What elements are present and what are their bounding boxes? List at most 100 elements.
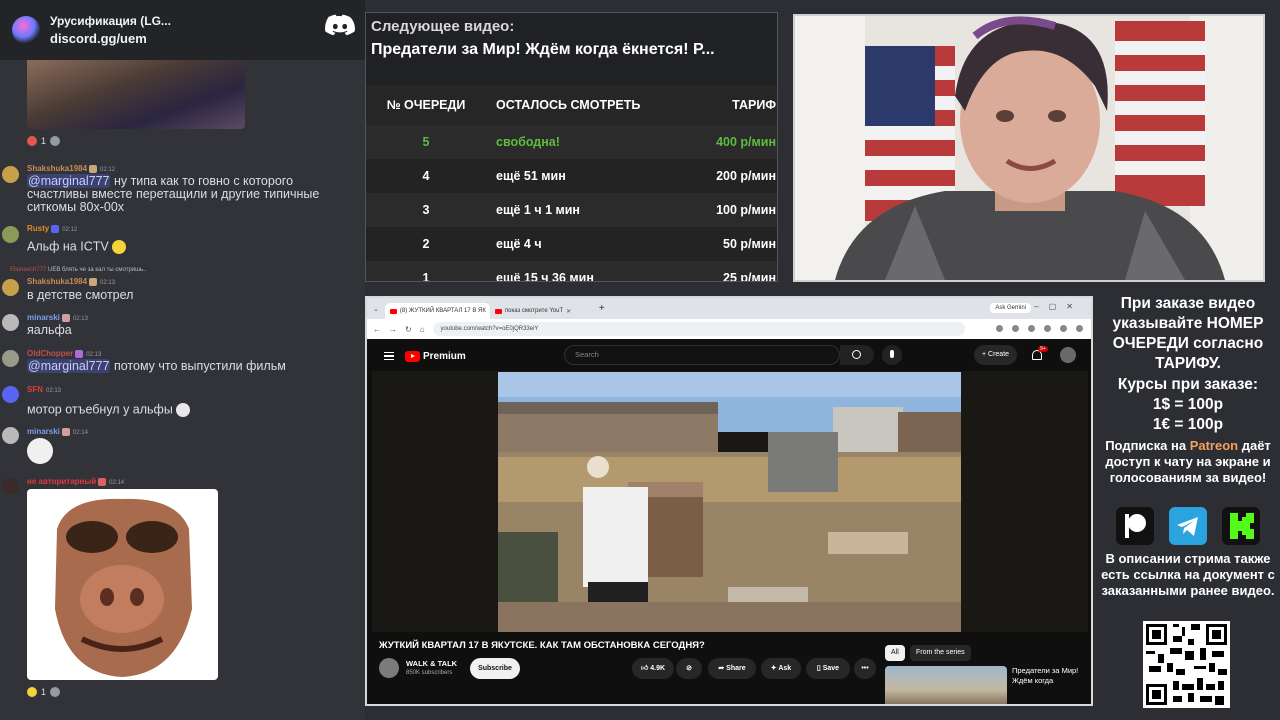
- reaction-emoji-icon: [27, 136, 37, 146]
- more-actions-button[interactable]: •••: [854, 658, 876, 679]
- order-instructions: При заказе видео указывайте НОМЕР ОЧЕРЕД…: [1112, 295, 1264, 372]
- rate: 200 р/мин: [716, 169, 776, 183]
- role-icon: [61, 313, 70, 322]
- time-left: ещё 51 мин: [496, 169, 566, 183]
- extension-icon[interactable]: [1044, 325, 1051, 332]
- mention[interactable]: @marginal777: [27, 174, 111, 188]
- reaction-bar[interactable]: 1: [27, 133, 61, 149]
- eur-rate: 1€ = 100р: [1152, 416, 1224, 433]
- sparkle-icon: ✦: [770, 665, 777, 672]
- add-reaction-icon[interactable]: [50, 136, 61, 146]
- queue-number: 4: [422, 169, 430, 183]
- browser-tab-youtube-2[interactable]: показ смотрите YouT ✕: [490, 303, 595, 319]
- dislike-button[interactable]: ⊘: [676, 658, 702, 679]
- url-input[interactable]: youtube.com/watch?v=oE0jQR33eiY: [432, 322, 965, 336]
- rate: 400 р/мин: [716, 135, 776, 149]
- discord-avatar-icon: [2, 386, 19, 403]
- subscribe-button[interactable]: Subscribe: [470, 658, 520, 679]
- install-icon[interactable]: [1012, 325, 1019, 332]
- window-controls[interactable]: –▢✕: [1034, 302, 1083, 311]
- queue-number: 3: [422, 203, 430, 217]
- menu-icon[interactable]: [384, 352, 394, 360]
- chip-from-the-series[interactable]: From the series: [910, 645, 971, 661]
- username[interactable]: не авторитарный 02:14: [27, 477, 124, 486]
- home-icon[interactable]: ⌂: [420, 325, 425, 334]
- create-button[interactable]: + Create: [974, 345, 1018, 365]
- rate: 100 р/мин: [716, 203, 776, 217]
- search-icon[interactable]: [840, 345, 874, 365]
- subscriber-count: 850K subscribers: [406, 670, 453, 676]
- username[interactable]: minarski 02:14: [27, 427, 88, 436]
- channel-name[interactable]: WALK & TALK: [406, 659, 457, 668]
- queue-row: 5 свободна! 400 р/мин: [366, 125, 777, 159]
- menu-icon[interactable]: [1076, 325, 1083, 332]
- attached-image-photo[interactable]: [27, 60, 245, 129]
- search-input[interactable]: Search: [564, 345, 840, 365]
- new-tab-button[interactable]: +: [599, 303, 605, 314]
- patreon-icon[interactable]: [1116, 507, 1154, 545]
- avatar[interactable]: [1060, 347, 1076, 363]
- username[interactable]: minarski 02:13: [27, 313, 88, 322]
- save-button[interactable]: ▯ Save: [806, 658, 850, 679]
- reaction-count: 1: [41, 136, 47, 146]
- video-queue-panel: Следующее видео: Предатели за Мир! Ждём …: [365, 12, 778, 282]
- patreon-link[interactable]: Patreon: [1190, 438, 1238, 453]
- channel-avatar[interactable]: [379, 658, 399, 678]
- like-button[interactable]: 👍︎ 4.9K: [632, 658, 674, 679]
- qr-code[interactable]: [1143, 621, 1230, 708]
- reply-reference[interactable]: Eliuneech777 UEB блять че за кал ты смот…: [10, 267, 146, 273]
- username[interactable]: Shakshuka1984 02:12: [27, 164, 115, 173]
- reaction-bar[interactable]: 1: [27, 684, 61, 700]
- username[interactable]: Rusty 02:12: [27, 224, 77, 233]
- youtube-premium-logo[interactable]: Premium: [405, 351, 466, 362]
- role-icon: [61, 427, 70, 436]
- save-icon: ▯: [816, 665, 821, 672]
- profile-icon[interactable]: [1060, 325, 1067, 332]
- close-tab-icon[interactable]: ✕: [566, 308, 571, 315]
- video-frame[interactable]: [498, 372, 961, 632]
- description-info: В описании стрима также есть ссылка на д…: [1101, 551, 1275, 598]
- reload-icon[interactable]: ↻: [405, 325, 412, 334]
- rate: 50 р/мин: [723, 237, 776, 251]
- video-title: ЖУТКИЙ КВАРТАЛ 17 В ЯКУТСКЕ. КАК ТАМ ОБС…: [379, 640, 705, 651]
- microphone-icon[interactable]: [882, 345, 902, 365]
- notification-badge: 9+: [1038, 346, 1048, 352]
- username[interactable]: SFN 02:13: [27, 385, 61, 394]
- bookmark-icon[interactable]: [1028, 325, 1035, 332]
- tab-search-icon[interactable]: ⌄: [373, 305, 379, 313]
- alf-emoji-icon: [112, 240, 127, 254]
- back-icon[interactable]: ←: [373, 325, 381, 334]
- server-invite-link[interactable]: discord.gg/uem: [50, 31, 171, 46]
- username[interactable]: OldChopper 02:13: [27, 349, 101, 358]
- ask-gemini-button[interactable]: Ask Gemini: [990, 303, 1031, 313]
- forward-icon[interactable]: →: [389, 325, 397, 334]
- chip-all[interactable]: All: [885, 645, 905, 661]
- telegram-icon[interactable]: [1169, 507, 1207, 545]
- time-left: ещё 4 ч: [496, 237, 542, 251]
- role-icon: [51, 224, 60, 233]
- usd-rate: 1$ = 100р: [1152, 396, 1224, 413]
- username[interactable]: Shakshuka1984 02:13: [27, 277, 115, 286]
- kick-icon[interactable]: [1222, 507, 1260, 545]
- video-player[interactable]: [372, 371, 1088, 632]
- recommended-video-title[interactable]: Предатели за Мир! Ждём когда: [1012, 666, 1090, 686]
- share-button[interactable]: ➦ Share: [708, 658, 756, 679]
- time-left: ещё 15 ч 36 мин: [496, 271, 594, 282]
- zoom-icon[interactable]: [996, 325, 1003, 332]
- youtube-play-icon: [405, 351, 420, 362]
- mention[interactable]: @marginal777: [27, 359, 111, 373]
- attached-image-alf[interactable]: [27, 489, 218, 680]
- recommended-video-thumbnail[interactable]: [885, 666, 1007, 704]
- ask-button[interactable]: ✦ Ask: [761, 658, 801, 679]
- add-reaction-icon[interactable]: [50, 687, 61, 697]
- browser-tab-youtube-video[interactable]: (8) ЖУТКИЙ КВАРТАЛ 17 В ЯК ✕: [384, 303, 490, 319]
- queue-table-header: № ОЧЕРЕДИ ОСТАЛОСЬ СМОТРЕТЬ ТАРИФ: [366, 85, 777, 125]
- timestamp: 02:14: [109, 480, 125, 486]
- queue-number: 2: [422, 237, 430, 251]
- tab-label: (8) ЖУТКИЙ КВАРТАЛ 17 В ЯК: [399, 308, 486, 314]
- avatar: [2, 166, 19, 183]
- message-text: @marginal777 ну типа как то говно с кото…: [27, 174, 320, 214]
- role-icon: [75, 349, 84, 358]
- server-icon[interactable]: [12, 16, 40, 44]
- laugh-emoji-icon: [27, 687, 37, 697]
